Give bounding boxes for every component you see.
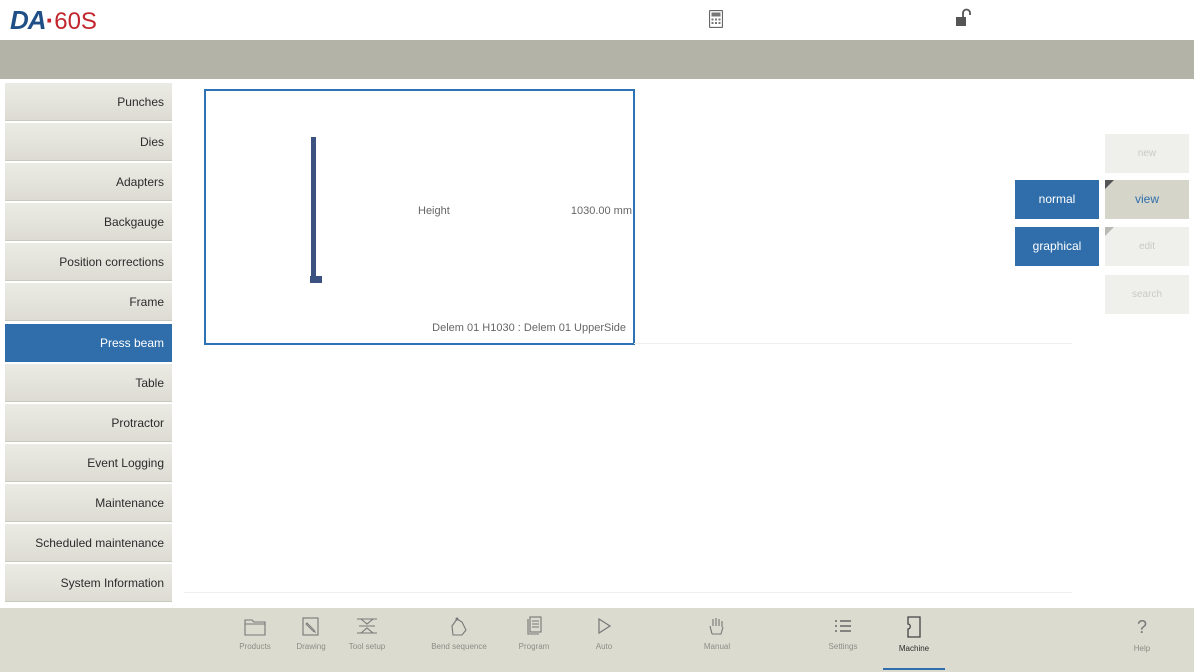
calculator-icon[interactable] — [708, 9, 724, 29]
bend-sequence-icon — [451, 617, 467, 636]
corner-marker — [1105, 180, 1114, 189]
sidebar-item-punches[interactable]: Punches — [5, 83, 172, 121]
logo-brand: DA — [10, 5, 47, 35]
height-value: 1030.00 mm — [570, 205, 632, 217]
press-beam-caption: Delem 01 H1030 : Delem 01 UpperSide — [432, 322, 626, 334]
machine-icon — [907, 616, 921, 638]
tool-program[interactable]: Program — [502, 614, 566, 670]
normal-button[interactable]: normal — [1015, 180, 1099, 219]
new-button[interactable]: new — [1105, 134, 1189, 173]
sidebar-item-position-corrections[interactable]: Position corrections — [5, 243, 172, 282]
hand-icon — [709, 618, 724, 635]
logo-model: 60S — [54, 8, 97, 35]
sidebar-item-protractor[interactable]: Protractor — [5, 403, 172, 442]
bottom-toolbar: Products Drawing Tool setup Bend sequenc… — [0, 608, 1194, 672]
pencil-icon — [302, 617, 319, 636]
tool-auto[interactable]: Auto — [572, 614, 636, 670]
corner-marker — [1105, 227, 1114, 236]
sidebar: Punches Dies Adapters Backgauge Position… — [5, 83, 172, 604]
tool-products[interactable]: Products — [223, 614, 287, 670]
tool-label: Drawing — [296, 642, 326, 651]
program-pages-icon — [527, 616, 542, 635]
sidebar-item-adapters[interactable]: Adapters — [5, 163, 172, 202]
tool-settings[interactable]: Settings — [811, 614, 875, 670]
tool-machine[interactable]: Machine — [882, 614, 946, 670]
unlocked-padlock-icon[interactable] — [955, 8, 971, 28]
edit-button-label: edit — [1138, 241, 1156, 252]
tool-label: Settings — [828, 642, 858, 651]
tool-tool-setup[interactable]: Tool setup — [335, 614, 399, 670]
height-label: Height — [418, 205, 450, 217]
tool-label: Auto — [595, 642, 613, 651]
app-logo: DA·60S — [10, 6, 97, 36]
sidebar-item-event-logging[interactable]: Event Logging — [5, 443, 172, 482]
folder-icon — [244, 619, 266, 636]
press-beam-card[interactable]: Height 1030.00 mm Delem 01 H1030 : Delem… — [204, 89, 635, 345]
tool-label: Tool setup — [348, 642, 386, 651]
tool-drawing[interactable]: Drawing — [279, 614, 343, 670]
sidebar-item-scheduled-maintenance[interactable]: Scheduled maintenance — [5, 524, 172, 563]
graphical-button[interactable]: graphical — [1015, 227, 1099, 266]
separator-line — [634, 343, 1072, 344]
help-icon: ? — [1137, 617, 1147, 637]
separator-line — [184, 592, 1072, 593]
active-tab-underline — [883, 668, 945, 670]
tool-label: Bend sequence — [431, 642, 487, 651]
sidebar-item-frame[interactable]: Frame — [5, 283, 172, 322]
sidebar-item-table[interactable]: Table — [5, 363, 172, 402]
tool-manual[interactable]: Manual — [685, 614, 749, 670]
tool-label: Products — [239, 642, 271, 651]
play-icon — [598, 617, 612, 635]
sidebar-item-dies[interactable]: Dies — [5, 123, 172, 162]
tool-help[interactable]: ? Help — [1110, 614, 1174, 670]
tool-label: Program — [518, 642, 550, 651]
top-bar: DA·60S — [0, 0, 1194, 40]
edit-button[interactable]: edit — [1105, 227, 1189, 266]
tool-label: Machine — [898, 644, 930, 653]
search-button[interactable]: search — [1105, 275, 1189, 314]
list-icon — [835, 620, 851, 632]
tool-setup-icon — [357, 618, 377, 634]
logo-separator: · — [45, 5, 55, 35]
sidebar-item-press-beam[interactable]: Press beam — [5, 323, 172, 362]
press-beam-foot — [310, 276, 322, 283]
sidebar-item-backgauge[interactable]: Backgauge — [5, 203, 172, 242]
view-button-label: view — [1134, 192, 1159, 206]
tool-bend-sequence[interactable]: Bend sequence — [427, 614, 491, 670]
svg-text:?: ? — [1137, 617, 1147, 637]
tool-label: Help — [1133, 644, 1151, 653]
view-button[interactable]: view — [1105, 180, 1189, 219]
press-beam-drawing — [311, 137, 316, 281]
tool-label: Manual — [703, 642, 731, 651]
header-band — [0, 40, 1194, 79]
sidebar-item-system-information[interactable]: System Information — [5, 564, 172, 603]
sidebar-item-maintenance[interactable]: Maintenance — [5, 483, 172, 522]
